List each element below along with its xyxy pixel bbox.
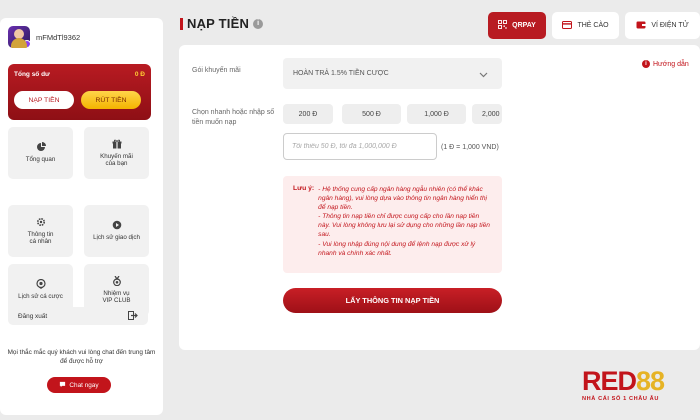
sidebar-item-label: Thông tin cá nhân: [27, 230, 54, 245]
brand-logo: RED88 NHÀ CÁI SỐ 1 CHÂU ÂU: [582, 366, 692, 403]
tab-label: THẺ CÀO: [577, 22, 609, 29]
user-info: mFMdTl9362: [8, 26, 80, 48]
gift-icon: [112, 139, 122, 149]
page-header: NẠP TIỀN i: [180, 16, 264, 31]
sidebar-item-overview[interactable]: Tổng quan: [8, 127, 73, 179]
sidebar-item-label: Lịch sử cá cược: [18, 293, 63, 301]
deposit-panel: Gói khuyến mãi HOÀN TRẢ 1.5% TIỀN CƯỢC i…: [179, 45, 700, 350]
avatar[interactable]: [8, 26, 30, 48]
brand-tagline: NHÀ CÁI SỐ 1 CHÂU ÂU: [582, 396, 659, 402]
notice-line: - Thông tin nạp tiền chỉ được cung cấp c…: [318, 213, 490, 239]
guide-link[interactable]: i Hướng dẫn: [642, 60, 689, 68]
deposit-button[interactable]: NẠP TIỀN: [14, 91, 74, 109]
promo-select[interactable]: HOÀN TRẢ 1.5% TIỀN CƯỢC: [283, 58, 502, 89]
quick-amount-chip[interactable]: 2,000: [472, 104, 502, 124]
balance-value: 0 Đ: [134, 71, 145, 78]
get-deposit-info-button[interactable]: LẤY THÔNG TIN NẠP TIỀN: [283, 288, 502, 313]
tab-label: QRPAY: [512, 22, 536, 29]
chat-now-button[interactable]: Chat ngay: [47, 377, 111, 393]
tab-scratch-card[interactable]: THẺ CÀO: [552, 12, 619, 39]
medal-icon: [112, 275, 122, 286]
gear-icon: [36, 217, 46, 227]
promo-label: Gói khuyến mãi: [192, 67, 241, 74]
logout-button[interactable]: Đăng xuất: [8, 307, 148, 325]
qr-icon: [498, 20, 508, 31]
logout-icon: [128, 307, 138, 325]
withdraw-button[interactable]: RÚT TIỀN: [81, 91, 141, 109]
brand-name-part2: 88: [636, 366, 665, 396]
chat-now-label: Chat ngay: [69, 381, 99, 389]
balance-label: Tổng số dư: [14, 71, 50, 78]
notice-line: - Hệ thống cung cấp ngân hàng ngẫu nhiên…: [318, 186, 487, 212]
location-pin-icon: [35, 279, 46, 290]
quick-amount-chip[interactable]: 1,000 Đ: [407, 104, 466, 124]
sidebar-item-label: Lịch sử giao dịch: [93, 234, 140, 242]
tab-e-wallet[interactable]: VÍ ĐIỆN TỬ: [625, 12, 700, 39]
sidebar: mFMdTl9362 Tổng số dư 0 Đ NẠP TIỀN RÚT T…: [0, 18, 163, 415]
sidebar-item-label: Khuyến mãi của bạn: [100, 152, 133, 167]
tab-qrpay[interactable]: QRPAY: [488, 12, 546, 39]
info-dot-icon: i: [642, 60, 650, 68]
username: mFMdTl9362: [36, 32, 81, 42]
promo-selected-value: HOÀN TRẢ 1.5% TIỀN CƯỢC: [293, 70, 389, 77]
amount-input[interactable]: [283, 133, 437, 160]
exchange-rate: (1 Đ = 1,000 VND): [441, 144, 499, 151]
brand-name-part1: RED: [582, 366, 637, 396]
logout-label: Đăng xuất: [18, 312, 48, 320]
guide-label: Hướng dẫn: [653, 60, 689, 68]
sidebar-item-transaction-history[interactable]: Lịch sử giao dịch: [84, 205, 149, 257]
page-title: NẠP TIỀN: [187, 16, 250, 31]
quick-amount-chip[interactable]: 500 Đ: [342, 104, 401, 124]
quick-amount-label: Chọn nhanh hoặc nhập số tiền muốn nạp: [192, 109, 275, 127]
vip-badge-icon: [23, 40, 30, 48]
support-text: Mọi thắc mắc quý khách vui lòng chat đến…: [7, 349, 156, 365]
pie-chart-icon: [36, 142, 46, 152]
chevron-down-icon: [479, 65, 488, 83]
title-accent-bar: [180, 17, 183, 30]
card-icon: [562, 20, 573, 31]
chat-icon: [59, 381, 66, 390]
sidebar-item-profile[interactable]: Thông tin cá nhân: [8, 205, 73, 257]
sidebar-item-promotions[interactable]: Khuyến mãi của bạn: [84, 127, 149, 179]
notice-line: - Vui lòng nhập đúng nội dung để lệnh nạ…: [318, 240, 476, 257]
sidebar-item-label: Tổng quan: [25, 156, 56, 164]
notice-title: Lưu ý:: [293, 185, 315, 192]
quick-amount-chip[interactable]: 200 Đ: [283, 104, 333, 124]
history-icon: [112, 220, 122, 230]
notice-box: Lưu ý: - Hệ thống cung cấp ngân hàng ngẫ…: [283, 176, 502, 273]
wallet-icon: [636, 21, 646, 31]
balance-card: Tổng số dư 0 Đ NẠP TIỀN RÚT TIỀN: [8, 64, 151, 120]
info-icon[interactable]: i: [253, 18, 264, 29]
tab-label: VÍ ĐIỆN TỬ: [651, 22, 689, 29]
sidebar-item-label: Nhiệm vụ VIP CLUB: [102, 289, 131, 304]
